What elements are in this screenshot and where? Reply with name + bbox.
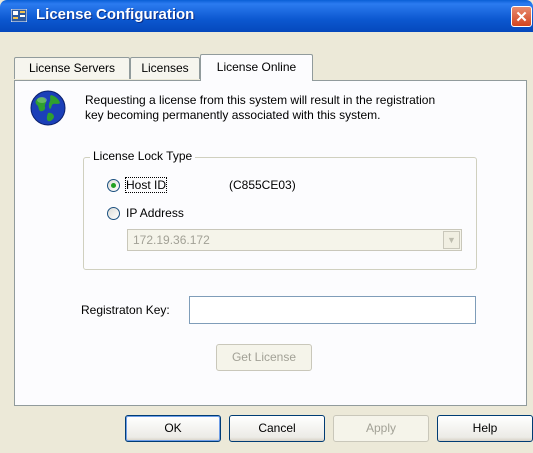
radio-selected-dot <box>111 183 116 188</box>
app-icon <box>11 9 27 22</box>
window-title: License Configuration <box>36 6 195 23</box>
chevron-down-icon[interactable]: ▼ <box>443 231 460 249</box>
title-bar[interactable]: License Configuration ✕ <box>0 0 533 32</box>
host-id-label[interactable]: Host ID <box>124 177 168 193</box>
info-text: Requesting a license from this system wi… <box>85 93 495 123</box>
tab-license-servers[interactable]: License Servers <box>14 57 130 79</box>
license-configuration-window: License Configuration ✕ License Servers … <box>0 0 533 453</box>
tab-licenses[interactable]: Licenses <box>130 57 200 79</box>
globe-icon <box>30 90 66 126</box>
registration-key-input[interactable] <box>189 296 476 324</box>
ok-button[interactable]: OK <box>125 415 221 442</box>
host-id-value: (C855CE03) <box>229 178 296 192</box>
registration-key-label: Registraton Key: <box>81 303 170 317</box>
info-text-line-2: key becoming permanently associated with… <box>85 108 381 122</box>
license-lock-type-label: License Lock Type <box>90 149 196 163</box>
close-icon: ✕ <box>515 9 528 26</box>
ip-address-label[interactable]: IP Address <box>126 206 184 220</box>
cancel-button[interactable]: Cancel <box>229 415 325 442</box>
help-button[interactable]: Help <box>437 415 533 442</box>
get-license-button[interactable]: Get License <box>216 344 312 371</box>
ip-address-value: 172.19.36.172 <box>133 233 210 247</box>
close-button[interactable]: ✕ <box>511 6 532 27</box>
ip-address-select[interactable]: 172.19.36.172 ▼ <box>127 229 462 251</box>
info-text-line-1: Requesting a license from this system wi… <box>85 93 436 107</box>
ip-address-radio[interactable] <box>107 207 120 220</box>
host-id-radio[interactable] <box>107 179 120 192</box>
tab-license-online[interactable]: License Online <box>200 54 313 81</box>
apply-button[interactable]: Apply <box>333 415 429 442</box>
